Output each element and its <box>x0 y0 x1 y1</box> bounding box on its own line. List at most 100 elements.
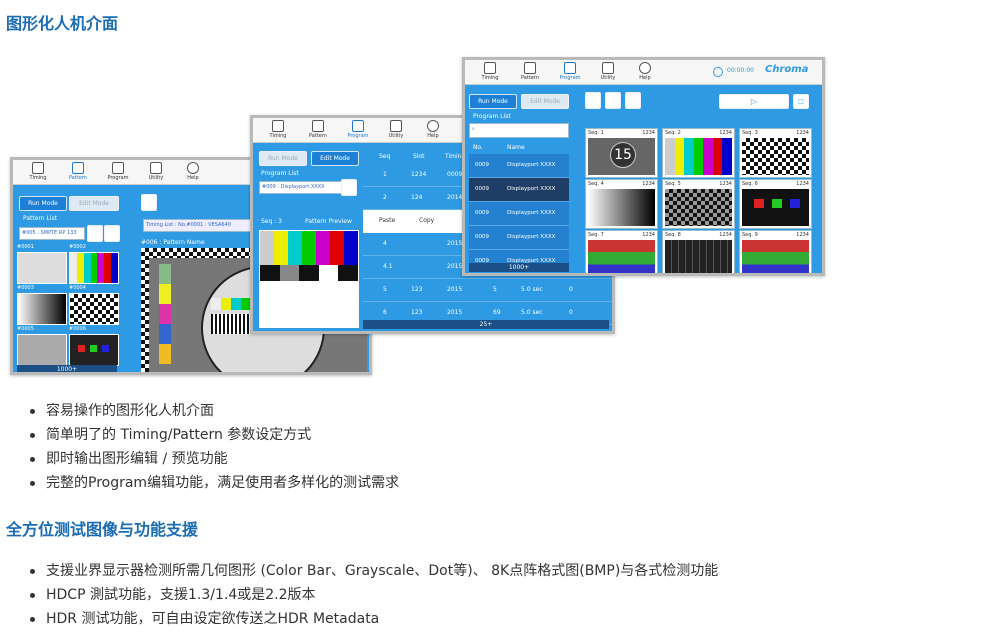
program-name: Displayport XXXX <box>507 186 556 192</box>
list-item: 即时输出图形编辑 / 预览功能 <box>28 447 399 471</box>
sequence-button[interactable] <box>141 194 157 211</box>
run-timer: 00:00:00 <box>727 67 754 74</box>
export-button[interactable] <box>625 92 641 109</box>
tab-help[interactable]: Help <box>418 120 448 139</box>
edit-mode-button[interactable]: Edit Mode <box>521 94 569 109</box>
edit-mode-button[interactable]: Edit Mode <box>69 196 119 211</box>
seq-label: Seq. 1 <box>588 130 604 136</box>
seq-tile[interactable]: Seq. 1 1234 15 <box>585 128 658 178</box>
search-input[interactable]: ⌕ <box>469 123 569 138</box>
stop-button[interactable]: □ <box>793 94 809 109</box>
tab-label: Timing <box>269 133 287 139</box>
pattern-icon <box>72 162 84 174</box>
list-item: HDCP 測試功能，支援1.3/1.4或是2.2版本 <box>28 583 718 607</box>
table-cell: 123 <box>411 309 423 316</box>
tab-label: Help <box>639 75 651 81</box>
program-icon <box>112 162 124 174</box>
seq-tile[interactable]: Seq. 6 1234 <box>739 179 812 229</box>
tab-pattern[interactable]: Pattern <box>303 120 333 139</box>
tab-label: Timing <box>29 175 47 181</box>
tab-timing[interactable]: Timing <box>23 162 53 181</box>
pattern-thumbnail[interactable] <box>17 334 67 366</box>
seq-number: 1234 <box>719 130 732 136</box>
pattern-preview-label: Pattern Preview <box>305 218 352 225</box>
col-header: Slot <box>413 153 425 160</box>
list-item-selected[interactable]: 0009 Displayport XXXX <box>469 178 569 202</box>
help-icon <box>427 120 439 132</box>
run-mode-button[interactable]: Run Mode <box>19 196 67 211</box>
tab-program[interactable]: Program <box>343 120 373 139</box>
pattern-icon <box>312 120 324 132</box>
pattern-thumbnail[interactable] <box>69 334 119 366</box>
thumb-label: #0005 <box>17 326 34 332</box>
feature-list-patterns: 支援业界显示器检测所需几何图形 (Color Bar、Grayscale、Dot… <box>28 559 718 631</box>
tab-program[interactable]: Program <box>103 162 133 181</box>
tab-utility[interactable]: Utility <box>381 120 411 139</box>
pattern-thumbnail[interactable] <box>17 293 67 325</box>
list-item[interactable]: 0009 Displayport XXXX <box>469 226 569 250</box>
seq-tile[interactable]: Seq. 9 1234 <box>739 230 812 273</box>
tab-label: Help <box>427 133 439 139</box>
seq-tile[interactable]: Seq. 7 1234 <box>585 230 658 273</box>
list-item[interactable]: 0009 Displayport XXXX <box>469 250 569 264</box>
play-button[interactable]: ▷ <box>719 94 789 109</box>
program-name: Displayport XXXX <box>507 210 556 216</box>
seq-tile[interactable]: Seq. 2 1234 <box>662 128 735 178</box>
run-mode-button[interactable]: Run Mode <box>469 94 517 109</box>
tab-label: Pattern <box>309 133 327 139</box>
tab-program[interactable]: Program <box>555 62 585 81</box>
brand-logo: Chroma <box>765 64 809 75</box>
program-name: Displayport XXXX <box>507 234 556 240</box>
thumb-label: #0004 <box>69 285 86 291</box>
list-item[interactable]: 0009 Displayport XXXX <box>469 202 569 226</box>
countdown-number: 15 <box>610 142 636 168</box>
table-cell: 69 <box>493 309 501 316</box>
tab-timing[interactable]: Timing <box>475 62 505 81</box>
seq-tile[interactable]: Seq. 8 1234 <box>662 230 735 273</box>
seq-number: 1234 <box>796 232 809 238</box>
tab-help[interactable]: Help <box>630 62 660 81</box>
col-header-no: No. <box>473 144 483 151</box>
sequence-button[interactable] <box>585 92 601 109</box>
gear-icon <box>390 120 402 132</box>
paste-menu-item[interactable]: Paste <box>379 217 395 224</box>
filter-icon[interactable] <box>341 179 357 196</box>
program-count: 1000+ <box>469 263 569 272</box>
table-cell: 124 <box>411 194 423 201</box>
filter-icon[interactable] <box>87 225 103 242</box>
run-mode-button[interactable]: Run Mode <box>259 151 307 166</box>
tab-pattern[interactable]: Pattern <box>63 162 93 181</box>
table-row[interactable]: 5 123 2015 5 5.0 sec 0 <box>363 279 612 302</box>
seq-tile[interactable]: Seq. 3 1234 <box>739 128 812 178</box>
copy-menu-item[interactable]: Copy <box>419 217 434 224</box>
seq-number: 1234 <box>796 181 809 187</box>
list-item[interactable]: 0009 Displayport XXXX <box>469 154 569 178</box>
pattern-thumbnail[interactable] <box>69 252 119 284</box>
edit-mode-button[interactable]: Edit Mode <box>311 151 359 166</box>
seq-tile[interactable]: Seq. 5 1234 <box>662 179 735 229</box>
table-cell: 4 <box>383 240 387 247</box>
timing-icon <box>32 162 44 174</box>
program-no: 0009 <box>475 186 489 192</box>
list-item: 简单明了的 Timing/Pattern 参数设定方式 <box>28 423 399 447</box>
tab-pattern[interactable]: Pattern <box>515 62 545 81</box>
tab-label: Program <box>347 133 369 139</box>
tab-utility[interactable]: Utility <box>593 62 623 81</box>
program-list-label: Program List <box>261 170 299 177</box>
tab-timing[interactable]: Timing <box>263 120 293 139</box>
tab-label: Utility <box>388 133 404 139</box>
search-icon[interactable] <box>104 225 120 242</box>
timing-icon <box>272 120 284 132</box>
pattern-icon <box>524 62 536 74</box>
display-button[interactable] <box>605 92 621 109</box>
table-cell: 5.0 sec <box>521 286 543 293</box>
program-list: 0009 Displayport XXXX 0009 Displayport XXX… <box>469 154 569 264</box>
pattern-select[interactable]: #005 : SMPTE RP 133 <box>19 227 85 240</box>
tab-utility[interactable]: Utility <box>141 162 171 181</box>
program-select[interactable]: #009 : Displayport XXXX <box>259 181 343 194</box>
list-item: 支援业界显示器检测所需几何图形 (Color Bar、Grayscale、Dot… <box>28 559 718 583</box>
pattern-thumbnail[interactable] <box>17 252 67 284</box>
seq-tile[interactable]: Seq. 4 1234 <box>585 179 658 229</box>
tab-help[interactable]: Help <box>178 162 208 181</box>
pattern-thumbnail[interactable] <box>69 293 119 325</box>
